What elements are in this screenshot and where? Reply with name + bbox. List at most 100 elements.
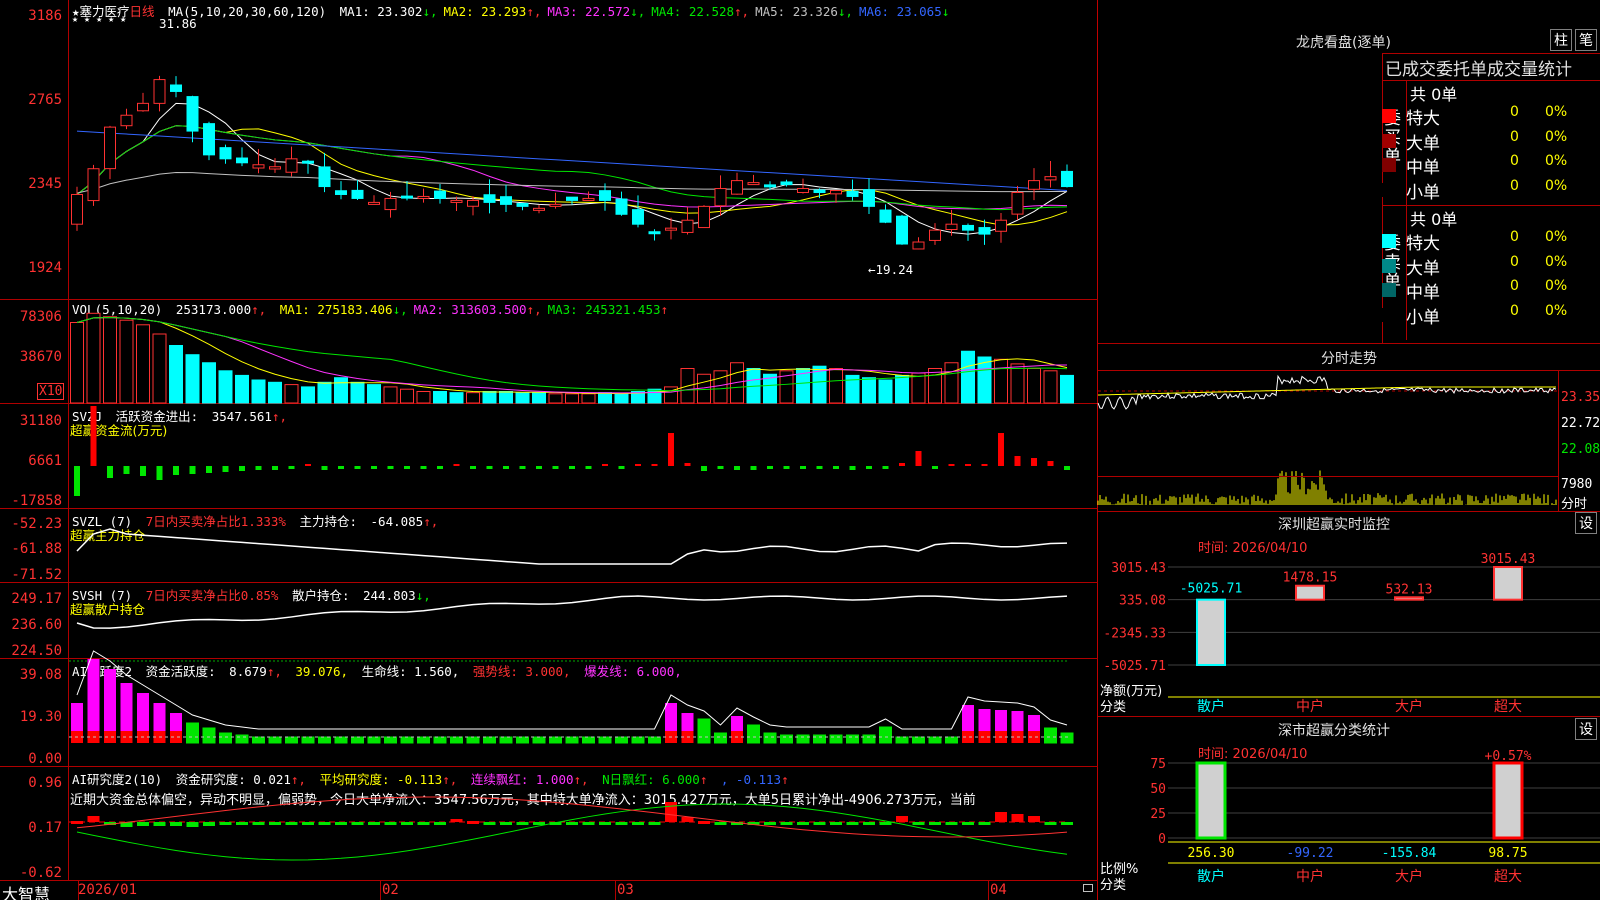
volume-chart[interactable] xyxy=(69,300,1097,404)
bar-mode-button[interactable]: 柱 xyxy=(1550,29,1572,51)
fund-flow-bar xyxy=(783,466,790,469)
activity-bar xyxy=(71,703,83,731)
kline-y-label: 3186 xyxy=(28,8,62,24)
order-color-swatch xyxy=(1382,258,1396,273)
sz-stats-title: 深市超赢分类统计 xyxy=(1278,723,1390,739)
activity-bar xyxy=(367,736,381,744)
research-bar xyxy=(846,822,859,825)
ai-research-chart[interactable] xyxy=(69,767,1097,880)
activity-bar xyxy=(829,734,843,744)
activity-bar xyxy=(1028,715,1040,731)
volume-bar xyxy=(268,381,282,404)
volume-bar xyxy=(152,333,167,404)
stats-y-label: 50 xyxy=(1150,782,1166,797)
activity-bar xyxy=(681,713,694,731)
candle-body xyxy=(434,190,446,199)
candle-body xyxy=(120,114,133,127)
stats-y-label: 75 xyxy=(1150,757,1166,772)
candle-body xyxy=(467,199,479,207)
research-bar xyxy=(384,822,397,825)
research-bar xyxy=(813,822,826,825)
research-bar xyxy=(830,822,842,825)
candle-body xyxy=(368,201,380,205)
volume-bar xyxy=(532,392,546,404)
vol-y-label: 38670 xyxy=(19,349,62,365)
fund-flow-bar xyxy=(519,466,526,469)
activity-bar xyxy=(763,732,777,744)
research-bar xyxy=(219,822,232,825)
order-pct: 0% xyxy=(1545,278,1568,294)
order-pct: 0% xyxy=(1545,128,1568,145)
candle-body xyxy=(1061,170,1073,188)
ai2-y-label: -0.62 xyxy=(19,865,62,881)
order-type-label: 大单 xyxy=(1406,133,1440,154)
intraday-y-label: 22.08 xyxy=(1561,442,1600,457)
activity-line xyxy=(76,650,1068,730)
sz-y-label: -2345.33 xyxy=(1103,626,1166,641)
activity-bar xyxy=(714,732,727,744)
order-pct: 0% xyxy=(1545,302,1568,319)
sz-monitor-settings-button[interactable]: 设 xyxy=(1575,512,1597,534)
volume-bar xyxy=(466,392,480,404)
tick-mode-button[interactable]: 笔 xyxy=(1575,29,1597,51)
candle-body xyxy=(846,190,859,197)
activity-bar xyxy=(516,736,529,744)
activity-bar xyxy=(384,736,397,744)
candle-body xyxy=(269,166,281,170)
order-count: 0 xyxy=(1510,177,1519,194)
fund-flow-bar xyxy=(354,466,361,469)
fund-flow-bar xyxy=(503,466,509,469)
chart-panel[interactable]: ★塞力医疗日线 MA(5,10,20,30,60,120) MA1: 23.30… xyxy=(0,0,1098,900)
candle-body xyxy=(302,160,314,164)
volume-bar xyxy=(911,372,926,404)
candle-body xyxy=(599,190,611,201)
activity-bar xyxy=(582,736,595,744)
fund-flow-bar xyxy=(305,464,311,466)
svzj-chart[interactable] xyxy=(69,404,1097,508)
lock-icon[interactable] xyxy=(1083,884,1093,892)
sz-stats-settings-button[interactable]: 设 xyxy=(1575,718,1597,740)
stats-category-label: 中户 xyxy=(1296,868,1324,885)
fund-flow-bar xyxy=(255,466,262,470)
research-bar xyxy=(1061,822,1073,825)
sz-net-bar-chart[interactable]: 3015.43 335.08 -2345.33 -5025.71 -5025.71 散户 1… xyxy=(1098,552,1600,715)
research-bar xyxy=(1028,816,1040,822)
candle-body xyxy=(615,198,628,215)
fund-flow-bar xyxy=(156,466,163,480)
research-bar xyxy=(137,822,149,826)
activity-bar xyxy=(450,736,463,744)
research-bar xyxy=(945,822,958,825)
right-panel: 龙虎看盘(逐单) 柱 笔 已成交委托单成交量统计 委买单 共 0单 特大00%大… xyxy=(1097,0,1600,900)
ai-activity-chart[interactable] xyxy=(69,650,1097,766)
volume-bar xyxy=(350,381,365,404)
order-type-label: 小单 xyxy=(1406,182,1440,203)
candle-body xyxy=(698,205,710,229)
order-type-label: 大单 xyxy=(1406,258,1440,279)
research-bar xyxy=(467,821,479,824)
svsh-chart[interactable] xyxy=(69,583,1097,658)
x-axis-label: 03 xyxy=(617,882,634,898)
fund-flow-bar xyxy=(635,464,641,466)
stats-x-title: 分类 xyxy=(1100,878,1127,893)
fund-flow-bar xyxy=(800,466,806,469)
activity-bar xyxy=(417,736,430,744)
candle-body xyxy=(747,182,760,186)
x-axis-label: 04 xyxy=(990,882,1007,898)
volume-bar xyxy=(119,319,134,404)
fund-flow-bar xyxy=(74,466,80,496)
sz-ratio-bar-chart[interactable]: 75 50 25 0 +0.57% 256.30 -99.22 -155.84 98.75 散户 中… xyxy=(1098,749,1600,900)
svzl-chart[interactable] xyxy=(69,509,1097,582)
research-bar xyxy=(285,822,298,825)
volume-bar xyxy=(136,324,150,404)
candlestick-chart[interactable] xyxy=(69,0,1097,299)
candle-body xyxy=(648,231,661,235)
sz-category-label: 中户 xyxy=(1296,698,1324,715)
intraday-chart[interactable] xyxy=(1097,371,1558,511)
order-type-label: 特大 xyxy=(1406,109,1440,129)
fund-flow-bar xyxy=(371,466,377,469)
candle-body xyxy=(929,229,941,241)
sz-y-label: -5025.71 xyxy=(1103,659,1166,674)
ma-line xyxy=(76,125,1068,226)
research-bar xyxy=(434,822,446,825)
order-color-swatch xyxy=(1382,133,1396,148)
